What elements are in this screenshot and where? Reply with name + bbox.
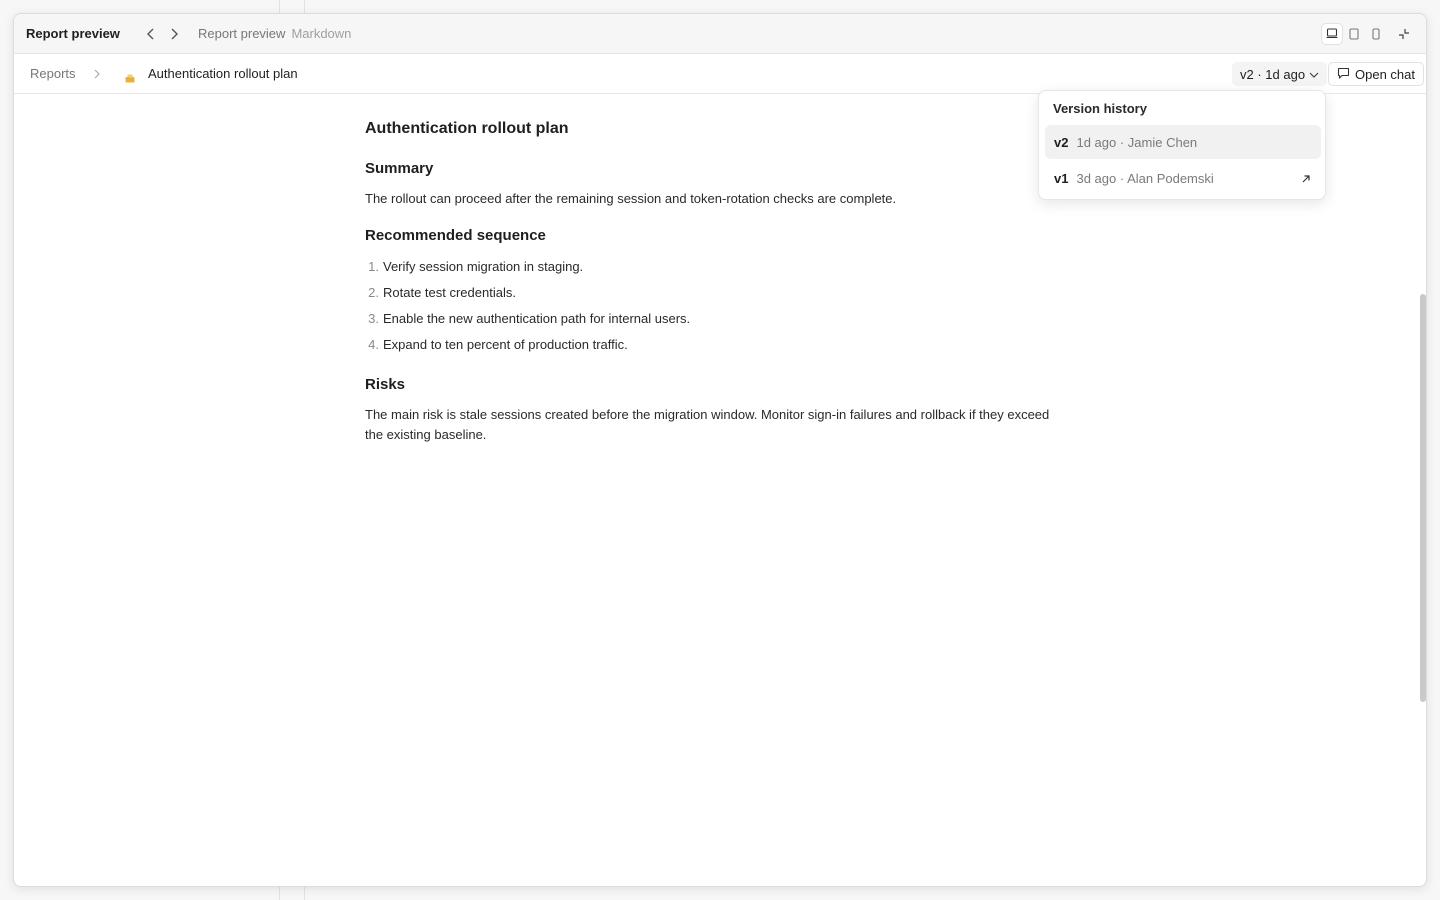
document-title: Authentication rollout plan xyxy=(365,120,569,137)
breadcrumb-reports[interactable]: Reports xyxy=(30,66,76,81)
version-history-title: Version history xyxy=(1053,101,1147,116)
section-heading: Summary xyxy=(365,160,434,177)
chevron-down-icon xyxy=(1309,67,1319,82)
history-navigation xyxy=(142,24,182,44)
version-dropdown-button[interactable]: v2 · 1d ago xyxy=(1232,62,1328,86)
layout-mobile-icon[interactable] xyxy=(1366,24,1386,44)
layout-desktop-icon[interactable] xyxy=(1322,23,1342,44)
list-number: 1. xyxy=(368,259,379,274)
list-item: 4. Expand to ten percent of production tr… xyxy=(365,332,1065,358)
list-item: 1. Verify session migration in staging. xyxy=(365,254,1065,280)
document-content: Authentication rollout plan Summary The … xyxy=(365,120,1065,463)
minimize-icon[interactable] xyxy=(1394,24,1414,44)
list-item-text: Enable the new authentication path for i… xyxy=(383,311,691,326)
chevron-right-icon[interactable] xyxy=(165,24,182,44)
report-doc-icon xyxy=(125,70,135,88)
section-heading: Risks xyxy=(365,376,406,393)
scrollbar-thumb[interactable] xyxy=(1420,294,1426,702)
open-chat-button[interactable]: Open chat xyxy=(1328,62,1424,86)
document-toolbar: Reports Authentication rollout plan v2 ·… xyxy=(14,54,1426,94)
version-number: v1 xyxy=(1054,170,1069,186)
header-crumb-title: Report preview xyxy=(198,26,286,41)
list-number: 2. xyxy=(368,285,379,300)
breadcrumb-current: Authentication rollout plan xyxy=(148,66,298,81)
version-history-popover: Version history v2 1d ago · Jamie Chen v… xyxy=(1038,90,1326,200)
sequence-list: 1. Verify session migration in staging. 2… xyxy=(365,254,1065,358)
modal-title: Report preview xyxy=(26,26,120,41)
chevron-right-icon xyxy=(93,67,101,85)
section-paragraph: The main risk is stale sessions created … xyxy=(365,407,1050,442)
header-breadcrumb: Report preview Markdown xyxy=(198,26,351,41)
list-item: 2. Rotate test credentials. xyxy=(365,280,1065,306)
list-number: 4. xyxy=(368,337,379,352)
version-item-v1[interactable]: v1 3d ago · Alan Podemski xyxy=(1045,161,1321,195)
list-item: 3. Enable the new authentication path for… xyxy=(365,306,1065,332)
version-meta: 3d ago · Alan Podemski xyxy=(1076,170,1214,186)
view-controls xyxy=(1322,23,1414,44)
version-item-v2[interactable]: v2 1d ago · Jamie Chen xyxy=(1045,125,1321,159)
header-crumb-format: Markdown xyxy=(291,26,352,41)
arrow-up-right-icon[interactable] xyxy=(1301,172,1311,187)
chat-bubble-icon xyxy=(1337,67,1350,82)
version-label: v2 · 1d ago xyxy=(1240,66,1306,82)
section-paragraph: The rollout can proceed after the remain… xyxy=(365,191,897,206)
section-heading: Recommended sequence xyxy=(365,227,546,244)
list-item-text: Expand to ten percent of production traf… xyxy=(383,337,628,352)
version-number: v2 xyxy=(1054,134,1069,150)
list-number: 3. xyxy=(368,311,379,326)
chevron-left-icon[interactable] xyxy=(142,24,159,44)
layout-tablet-icon[interactable] xyxy=(1344,24,1364,44)
open-chat-label: Open chat xyxy=(1355,66,1415,82)
list-item-text: Verify session migration in staging. xyxy=(383,259,584,274)
list-item-text: Rotate test credentials. xyxy=(383,285,516,300)
version-meta: 1d ago · Jamie Chen xyxy=(1076,134,1198,150)
modal-header: Report preview Report preview Markdown xyxy=(14,14,1426,54)
